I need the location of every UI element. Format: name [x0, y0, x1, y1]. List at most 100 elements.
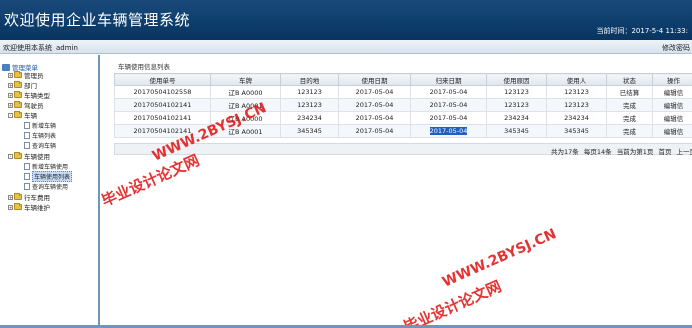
sidebar-item-add-vehicle[interactable]: 新增车辆 — [24, 120, 56, 130]
expand-icon[interactable]: + — [8, 82, 13, 88]
sidebar-item-label: 行车费用 — [24, 194, 50, 202]
current-time: 当前时间：2017-5-4 11:33: — [596, 26, 688, 36]
collapse-icon[interactable]: - — [8, 112, 13, 118]
table-row[interactable]: 20170504102558 辽B A0000 123123 2017-05-0… — [114, 85, 692, 99]
sidebar-item-admin[interactable]: + 管理员 — [8, 70, 44, 80]
expand-icon[interactable]: + — [8, 72, 13, 78]
folder-icon — [14, 81, 22, 88]
sidebar-item-driving-cost[interactable]: + 行车费用 — [8, 192, 50, 202]
sidebar-item-label: 车辆使用 — [24, 153, 50, 161]
edit-link[interactable]: 编辑信 — [652, 85, 692, 99]
table-row[interactable]: 20170504102141 辽B A0001 123123 2017-05-0… — [114, 98, 692, 112]
column-header[interactable]: 使用单号 — [114, 73, 211, 86]
sidebar-item-driver[interactable]: + 驾驶员 — [8, 100, 44, 110]
edit-link[interactable]: 编辑信 — [652, 111, 692, 125]
change-password-link[interactable]: 修改密码 — [662, 43, 690, 53]
pager-current: 当前为第1页 — [616, 148, 654, 156]
edit-link[interactable]: 编辑信 — [652, 98, 692, 112]
sidebar-item-maintenance[interactable]: + 车辆维护 — [8, 202, 50, 212]
sidebar-item-label: 车辆 — [24, 112, 37, 120]
sidebar-item-usage-list[interactable]: 车辆使用列表 — [24, 170, 73, 182]
sidebar-item-vehicle-type[interactable]: + 车辆类型 — [8, 90, 50, 100]
sidebar-item-vehicle-usage[interactable]: - 车辆使用 — [8, 151, 50, 161]
table-cell: 20170504102141 — [114, 111, 211, 125]
table-cell: 2017-05-04 — [410, 85, 487, 99]
sidebar-item-label: 管理员 — [24, 72, 44, 80]
expand-icon[interactable]: + — [8, 102, 13, 108]
expand-icon[interactable]: + — [8, 92, 13, 98]
column-header[interactable]: 车牌 — [210, 73, 281, 86]
sidebar-item-add-usage[interactable]: 新增车辆使用 — [24, 161, 68, 171]
table-cell: 已结算 — [606, 85, 653, 99]
expand-icon[interactable]: + — [8, 204, 13, 210]
column-header[interactable]: 操作 — [652, 73, 692, 86]
table-header-row: 使用单号 车牌 目的地 使用日期 归来日期 使用原因 使用人 状态 操作 — [114, 73, 692, 86]
column-header[interactable]: 使用日期 — [338, 73, 411, 86]
table-cell: 2017-05-04 — [410, 98, 487, 112]
table-cell: 完成 — [606, 98, 653, 112]
welcome-text: 欢迎使用本系统 — [3, 44, 52, 52]
welcome-message: 欢迎使用本系统 admin — [3, 43, 78, 53]
column-header[interactable]: 状态 — [606, 73, 653, 86]
sidebar-item-label: 驾驶员 — [24, 102, 44, 110]
username: admin — [56, 44, 78, 52]
sidebar-item-vehicle[interactable]: - 车辆 — [8, 110, 37, 120]
column-header[interactable]: 使用原因 — [486, 73, 547, 86]
folder-icon — [14, 152, 22, 159]
page-icon — [24, 172, 30, 180]
sidebar-item-label: 新增车辆 — [32, 122, 57, 130]
page-icon — [24, 141, 30, 149]
column-header[interactable]: 目的地 — [280, 73, 339, 86]
sidebar-item-label: 车辆列表 — [32, 132, 57, 140]
table-cell: 辽B A0000 — [210, 85, 281, 99]
pagination-text: 共为17条 每页14条 当前为第1页 首页 上一页 下一 — [551, 146, 692, 156]
sidebar-item-vehicle-list[interactable]: 车辆列表 — [24, 130, 56, 140]
table-cell: 234234 — [486, 111, 547, 125]
expand-icon[interactable]: + — [8, 194, 13, 200]
table-cell: 20170504102558 — [114, 85, 211, 99]
folder-icon — [14, 203, 22, 210]
table-cell: 123123 — [280, 98, 339, 112]
table-cell: 345345 — [280, 124, 339, 138]
folder-icon — [14, 101, 22, 108]
table-cell: 2017-05-04 — [338, 124, 411, 138]
page-icon — [24, 182, 30, 190]
table-cell: 2017-05-04 — [338, 98, 411, 112]
edit-link[interactable]: 编辑信 — [652, 124, 692, 138]
table-cell: 123123 — [280, 85, 339, 99]
folder-icon — [14, 193, 22, 200]
table-cell: 完成 — [606, 111, 653, 125]
pager-prev[interactable]: 上一页 — [677, 148, 692, 156]
current-time-value: 2017-5-4 11:33: — [631, 27, 688, 35]
sidebar-item-label: 部门 — [24, 82, 37, 90]
main-content: 车辆使用信息列表 使用单号 车牌 目的地 使用日期 归来日期 使用原因 使用人 … — [104, 55, 692, 328]
column-header[interactable]: 归来日期 — [410, 73, 487, 86]
page-icon — [24, 131, 30, 139]
table-cell: 123123 — [486, 98, 547, 112]
sidebar-item-query-usage[interactable]: 查询车辆使用 — [24, 181, 68, 191]
table-cell: 2017-05-04 — [410, 111, 487, 125]
table-cell: 345345 — [546, 124, 607, 138]
sidebar-item-label: 查询车辆使用 — [32, 183, 69, 191]
app-title: 欢迎使用企业车辆管理系统 — [4, 11, 191, 29]
panel-title: 车辆使用信息列表 — [118, 63, 170, 71]
table-cell: 123123 — [546, 98, 607, 112]
table-row[interactable]: 20170504102141 辽B A0000 234234 2017-05-0… — [114, 111, 692, 125]
table-cell: 完成 — [606, 124, 653, 138]
column-header[interactable]: 使用人 — [546, 73, 607, 86]
sidebar-item-query-vehicle[interactable]: 查询车辆 — [24, 140, 56, 150]
sidebar-item-label: 车辆使用列表 — [32, 170, 73, 182]
table-cell: 20170504102141 — [114, 98, 211, 112]
folder-icon — [14, 111, 22, 118]
table-cell: 123123 — [546, 85, 607, 99]
sidebar-item-label: 车辆类型 — [24, 92, 50, 100]
pager-first[interactable]: 首页 — [658, 148, 671, 156]
table-cell: 2017-05-04 — [338, 85, 411, 99]
sidebar-item-label: 车辆维护 — [24, 204, 50, 212]
sidebar-item-department[interactable]: + 部门 — [8, 80, 37, 90]
table-cell: 2017-05-04 — [338, 111, 411, 125]
sidebar-item-label: 查询车辆 — [32, 142, 57, 150]
selected-text: 2017-05-04 — [429, 127, 468, 135]
collapse-icon[interactable]: - — [8, 153, 13, 159]
sidebar-item-label: 新增车辆使用 — [32, 163, 69, 171]
